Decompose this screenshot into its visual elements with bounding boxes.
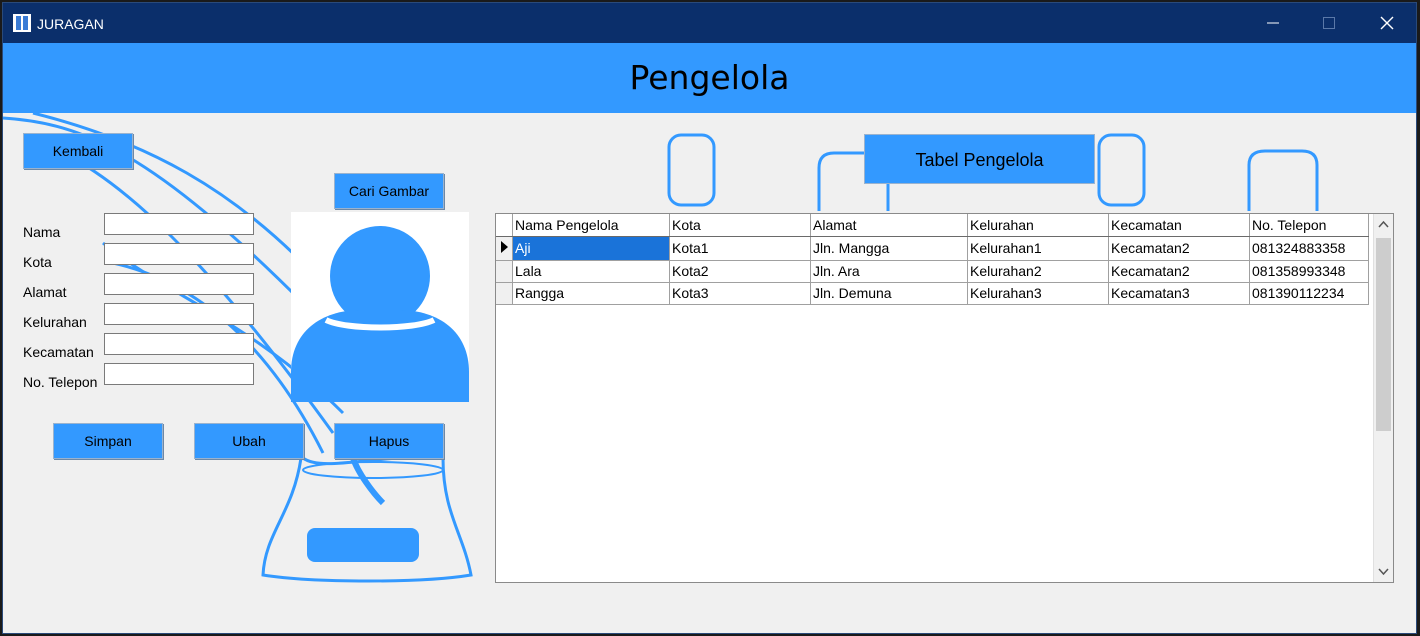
table-cell[interactable]: Kecamatan3 xyxy=(1108,282,1250,305)
maximize-button[interactable] xyxy=(1300,3,1358,43)
window-title: JURAGAN xyxy=(37,16,104,32)
column-header-address[interactable]: Alamat xyxy=(810,214,968,237)
address-label: Alamat xyxy=(23,284,67,300)
table-cell[interactable]: Kelurahan2 xyxy=(967,260,1109,283)
table-cell[interactable]: Kecamatan2 xyxy=(1108,260,1250,283)
header-row: Nama Pengelola Kota Alamat Kelurahan Kec… xyxy=(496,214,1369,237)
minimize-button[interactable] xyxy=(1244,3,1302,43)
kecamatan-field[interactable] xyxy=(104,333,254,355)
current-row-indicator-icon xyxy=(501,240,508,253)
app-window: JURAGAN Pengelola Kembali Cari Gambar Na… xyxy=(2,2,1417,634)
table-row[interactable]: Rangga Kota3 Jln. Demuna Kelurahan3 Keca… xyxy=(496,282,1369,305)
row-selector[interactable] xyxy=(496,282,513,305)
scroll-down-icon[interactable] xyxy=(1378,568,1389,576)
table-row[interactable]: Aji Kota1 Jln. Mangga Kelurahan1 Kecamat… xyxy=(496,236,1369,261)
edit-button[interactable]: Ubah xyxy=(194,423,304,459)
app-logo-icon xyxy=(13,14,31,32)
vertical-scrollbar[interactable] xyxy=(1373,214,1393,582)
column-header-kelurahan[interactable]: Kelurahan xyxy=(967,214,1109,237)
table-cell[interactable]: Kelurahan3 xyxy=(967,282,1109,305)
kecamatan-label: Kecamatan xyxy=(23,344,94,360)
table-title: Tabel Pengelola xyxy=(864,134,1095,184)
table-cell[interactable]: Kota3 xyxy=(669,282,811,305)
table-cell[interactable]: Kota1 xyxy=(669,236,811,261)
scrollbar-thumb[interactable] xyxy=(1376,238,1391,431)
data-table: Nama Pengelola Kota Alamat Kelurahan Kec… xyxy=(496,214,1369,305)
phone-field[interactable] xyxy=(104,363,254,385)
title-bar[interactable]: JURAGAN xyxy=(3,3,1416,43)
column-header-kecamatan[interactable]: Kecamatan xyxy=(1108,214,1250,237)
table-cell[interactable]: Jln. Demuna xyxy=(810,282,968,305)
table-cell[interactable]: Kecamatan2 xyxy=(1108,236,1250,261)
row-selector[interactable] xyxy=(496,236,513,261)
kelurahan-field[interactable] xyxy=(104,303,254,325)
data-grid[interactable]: Nama Pengelola Kota Alamat Kelurahan Kec… xyxy=(495,213,1394,583)
browse-image-button[interactable]: Cari Gambar xyxy=(334,173,444,209)
table-cell[interactable]: Rangga xyxy=(512,282,670,305)
page-title: Pengelola xyxy=(629,58,790,97)
minimize-icon xyxy=(1267,22,1279,24)
corner-cell xyxy=(496,214,513,237)
delete-button[interactable]: Hapus xyxy=(334,423,444,459)
table-cell[interactable]: Aji xyxy=(512,236,670,261)
city-label: Kota xyxy=(23,254,52,270)
column-header-city[interactable]: Kota xyxy=(669,214,811,237)
column-header-name[interactable]: Nama Pengelola xyxy=(512,214,670,237)
address-field[interactable] xyxy=(104,273,254,295)
save-button[interactable]: Simpan xyxy=(53,423,163,459)
phone-label: No. Telepon xyxy=(23,374,98,390)
table-cell[interactable]: Kelurahan1 xyxy=(967,236,1109,261)
back-button[interactable]: Kembali xyxy=(23,133,133,169)
kelurahan-label: Kelurahan xyxy=(23,314,87,330)
table-cell[interactable]: 081324883358 xyxy=(1249,236,1369,261)
table-cell[interactable]: Kota2 xyxy=(669,260,811,283)
table-cell[interactable]: 081390112234 xyxy=(1249,282,1369,305)
row-selector[interactable] xyxy=(496,260,513,283)
table-cell[interactable]: Lala xyxy=(512,260,670,283)
table-cell[interactable]: Jln. Mangga xyxy=(810,236,968,261)
city-field[interactable] xyxy=(104,243,254,265)
table-cell[interactable]: 081358993348 xyxy=(1249,260,1369,283)
close-icon xyxy=(1380,16,1394,30)
name-field[interactable] xyxy=(104,213,254,235)
scroll-up-icon[interactable] xyxy=(1378,220,1389,228)
table-row[interactable]: Lala Kota2 Jln. Ara Kelurahan2 Kecamatan… xyxy=(496,260,1369,283)
column-header-phone[interactable]: No. Telepon xyxy=(1249,214,1369,237)
maximize-icon xyxy=(1323,17,1335,29)
user-avatar-icon xyxy=(291,226,469,402)
header-banner: Pengelola xyxy=(3,43,1416,113)
table-cell[interactable]: Jln. Ara xyxy=(810,260,968,283)
close-button[interactable] xyxy=(1358,3,1416,43)
name-label: Nama xyxy=(23,224,61,240)
photo-box[interactable] xyxy=(291,212,469,402)
